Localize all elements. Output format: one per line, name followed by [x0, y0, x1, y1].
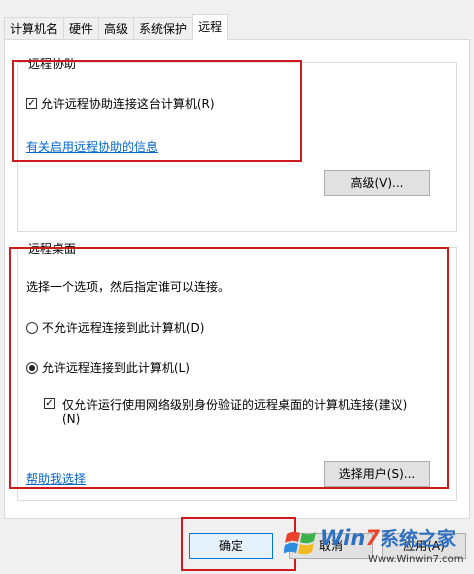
windows-flag-icon [283, 526, 318, 560]
tab-system-protection[interactable]: 系统保护 [133, 17, 194, 39]
watermark-brand-7: 7 [365, 526, 380, 550]
watermark-brand: Win7系统之家 [320, 524, 456, 551]
tab-advanced[interactable]: 高级 [98, 17, 135, 39]
watermark-brand-cn: 系统之家 [379, 528, 456, 550]
tab-strip: 计算机名 硬件 高级 系统保护 远程 [4, 14, 229, 40]
tab-hardware[interactable]: 硬件 [63, 17, 100, 39]
highlight-remote-assistance [12, 60, 302, 162]
highlight-remote-desktop [9, 247, 449, 489]
watermark-brand-win: Win [320, 526, 366, 550]
tab-remote[interactable]: 远程 [192, 14, 229, 40]
watermark-url: Www.Winwin7.com [368, 554, 464, 565]
tab-computer-name[interactable]: 计算机名 [4, 17, 65, 39]
ok-button[interactable]: 确定 [189, 533, 273, 559]
advanced-button[interactable]: 高级(V)... [324, 170, 430, 196]
watermark-logo: Win7系统之家 Www.Winwin7.com [282, 520, 472, 572]
